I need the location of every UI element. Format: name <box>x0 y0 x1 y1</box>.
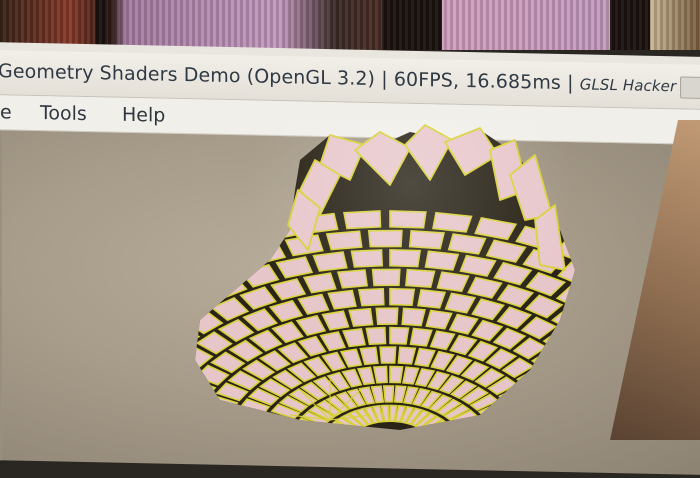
mesh-cell <box>367 229 403 248</box>
window-control-icon[interactable] <box>680 76 700 100</box>
mesh-cell <box>596 375 600 395</box>
mesh-cell <box>546 361 575 383</box>
mesh-cell <box>195 394 206 414</box>
mesh-cell <box>562 342 575 366</box>
menu-item-help[interactable]: Help <box>118 104 169 127</box>
mesh-cell <box>379 346 397 364</box>
mesh-cell <box>389 248 422 268</box>
mesh-cell <box>547 405 575 423</box>
mesh-cell <box>180 428 191 430</box>
mesh-cell <box>195 287 218 313</box>
mesh-cell <box>325 230 363 251</box>
mesh-cell <box>180 281 183 306</box>
mesh-cell <box>207 251 250 277</box>
background-monitor-strip <box>0 0 700 50</box>
mesh-cell <box>515 406 547 423</box>
menu-item-edit[interactable]: e <box>0 101 16 123</box>
mesh-cell <box>382 385 395 403</box>
mesh-cell <box>574 321 575 346</box>
mesh-cell <box>195 264 216 291</box>
mesh-cell <box>195 240 218 268</box>
mesh-cell <box>597 339 600 362</box>
mesh-cell <box>180 379 182 399</box>
mesh-cell <box>521 418 553 430</box>
mesh-cell <box>357 287 385 307</box>
mesh-cell <box>432 211 473 233</box>
window-title: Geometry Shaders Demo (OpenGL 3.2) | 60F… <box>0 60 700 99</box>
mesh-cell <box>572 390 575 411</box>
mesh-cell <box>405 268 436 288</box>
mesh-cell <box>585 300 600 324</box>
mesh-cell <box>372 365 388 384</box>
mesh-cell <box>389 287 416 307</box>
mesh-cell <box>227 421 258 430</box>
mesh-cell <box>539 392 573 411</box>
mesh-cell <box>424 250 460 271</box>
window-title-main: Geometry Shaders Demo (OpenGL 3.2) | 60F… <box>0 60 580 95</box>
geometry-shader-mesh <box>180 124 601 430</box>
mesh-cell <box>560 375 575 397</box>
mesh-cell <box>489 419 520 430</box>
mesh-cell <box>389 326 410 345</box>
mesh-cell <box>312 251 348 272</box>
mesh-cell <box>231 409 263 425</box>
mesh-cell <box>195 423 225 430</box>
mesh-cell <box>389 210 427 229</box>
mesh-cell <box>528 379 563 399</box>
mesh-cell <box>581 358 600 379</box>
mesh-cell <box>195 324 201 350</box>
mesh-cell <box>417 289 447 309</box>
mesh-cell <box>350 249 384 268</box>
mesh-cell <box>459 422 489 430</box>
mesh-cell <box>426 423 454 430</box>
mesh-cell <box>507 395 540 414</box>
menu-item-tools[interactable]: Tools <box>36 102 91 125</box>
mesh-cell <box>348 307 374 327</box>
mesh-cell <box>591 277 600 302</box>
viewport-left-edge <box>0 130 2 461</box>
mesh-cell <box>195 410 198 429</box>
mesh-cell <box>593 253 601 279</box>
mesh-cell <box>259 421 290 430</box>
mesh-cell <box>588 424 600 430</box>
mesh-cell <box>408 229 446 250</box>
mesh-cell <box>429 428 458 430</box>
mesh-cell <box>336 269 369 289</box>
mesh-cell <box>401 307 426 327</box>
mesh-cell <box>199 408 231 426</box>
mesh-render <box>180 120 600 434</box>
mesh-cell <box>375 307 399 326</box>
mesh-cell <box>180 304 189 328</box>
mesh-cell <box>195 360 197 384</box>
mesh-cell <box>389 365 404 384</box>
mesh-cell <box>397 346 417 365</box>
mesh-cell <box>484 410 515 426</box>
mesh-cell <box>211 227 257 254</box>
mesh-cell <box>371 268 401 287</box>
mesh-cell <box>327 289 357 310</box>
mesh-cell <box>582 408 600 424</box>
mesh-cell <box>343 210 382 230</box>
mesh-cell <box>554 419 575 430</box>
mesh-cell <box>365 326 387 346</box>
